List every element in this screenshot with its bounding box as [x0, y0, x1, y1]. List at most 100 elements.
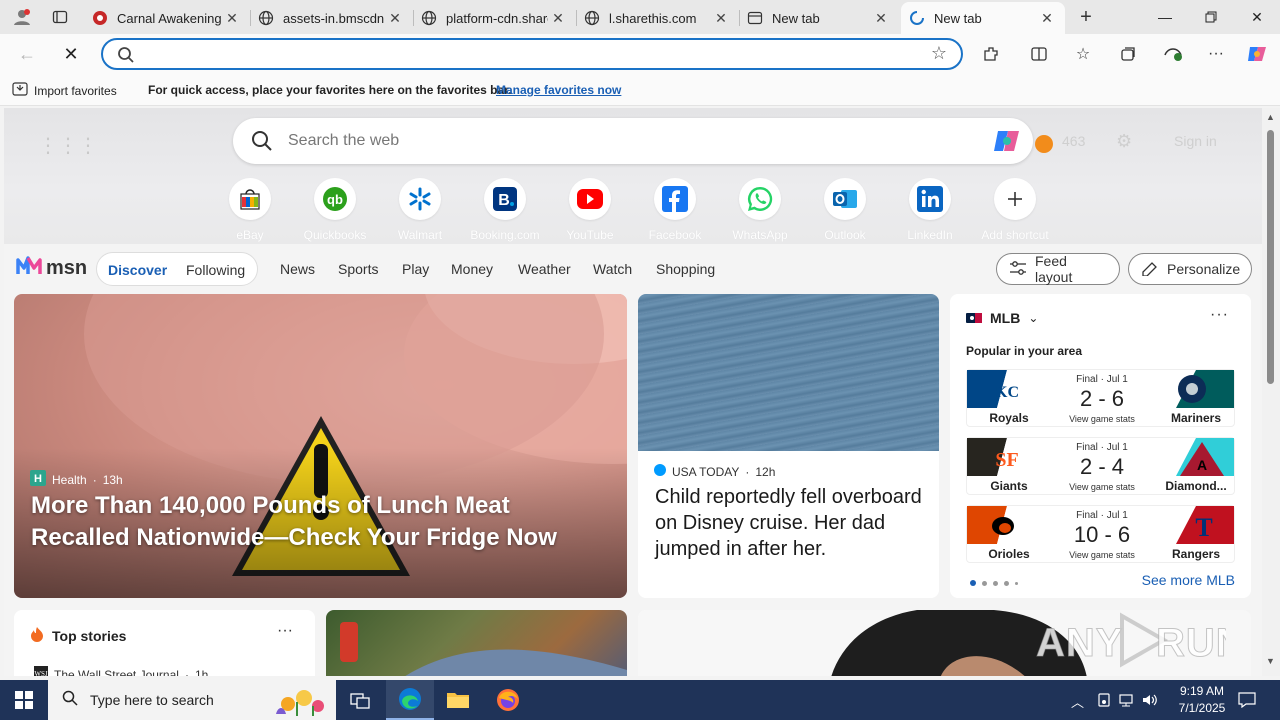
tab-discover[interactable]: Discover: [108, 262, 167, 278]
game-row[interactable]: KC Royals Final · Jul 1 2 - 6 View game …: [966, 369, 1235, 427]
shortcut-whatsapp[interactable]: WhatsApp: [718, 178, 802, 242]
page-scrollbar[interactable]: ▲ ▼: [1262, 108, 1280, 676]
royals-logo-icon: KC: [967, 370, 1025, 408]
tab-new-tab-active[interactable]: New tab ✕: [901, 2, 1065, 34]
close-icon[interactable]: ✕: [548, 10, 568, 27]
see-more-mlb-link[interactable]: See more MLB: [1142, 572, 1235, 588]
restore-button[interactable]: [1188, 0, 1234, 34]
personalize-button[interactable]: Personalize: [1128, 253, 1252, 285]
app-launcher-icon[interactable]: ⋮⋮⋮: [38, 133, 98, 158]
shortcut-quickbooks[interactable]: qb Quickbooks: [293, 178, 377, 242]
split-screen-icon[interactable]: [1024, 40, 1054, 68]
nav-play[interactable]: Play: [402, 261, 429, 277]
edge-taskbar-icon[interactable]: [386, 680, 434, 720]
tab-carnal-awakening[interactable]: Carnal Awakening ( ✕: [84, 4, 250, 32]
tab-platform-cdn[interactable]: platform-cdn.share ✕: [413, 4, 576, 32]
shortcut-outlook[interactable]: Outlook: [803, 178, 887, 242]
top-stories-header[interactable]: Top stories: [30, 626, 126, 645]
device-icon[interactable]: [1096, 692, 1112, 711]
close-icon[interactable]: ✕: [385, 10, 405, 27]
shortcut-linkedin[interactable]: LinkedIn: [888, 178, 972, 242]
story-source[interactable]: WSJ The Wall Street Journal · 1h: [34, 666, 208, 676]
manage-favorites-link[interactable]: Manage favorites now: [496, 83, 621, 97]
carousel-dot[interactable]: [1015, 581, 1018, 585]
mlb-header[interactable]: MLB ⌄: [966, 310, 1038, 326]
tab-new-tab[interactable]: New tab ✕: [739, 4, 899, 32]
nav-money[interactable]: Money: [451, 261, 493, 277]
close-icon[interactable]: ✕: [1037, 10, 1057, 27]
shortcut-facebook[interactable]: Facebook: [633, 178, 717, 242]
scroll-down-arrow[interactable]: ▼: [1266, 656, 1275, 666]
story-card[interactable]: USA TODAY · 12h Child reportedly fell ov…: [638, 294, 939, 598]
web-search-box[interactable]: Search the web: [233, 118, 1033, 164]
rewards-icon[interactable]: [1034, 134, 1054, 157]
copilot-icon[interactable]: [1242, 40, 1272, 68]
feed-layout-button[interactable]: Feed layout: [996, 253, 1120, 285]
featured-story-card[interactable]: H Health · 13h More Than 140,000 Pounds …: [14, 294, 627, 598]
tab-sharethis[interactable]: l.sharethis.com ✕: [576, 4, 739, 32]
start-button[interactable]: [0, 680, 48, 720]
copilot-search-icon[interactable]: [993, 128, 1021, 154]
carousel-dot-active[interactable]: [970, 580, 976, 586]
view-game-stats-link[interactable]: View game stats: [1057, 550, 1147, 560]
close-icon[interactable]: ✕: [222, 10, 242, 27]
carousel-dot[interactable]: [993, 580, 998, 586]
import-favorites-button[interactable]: Import favorites: [12, 82, 117, 99]
address-input[interactable]: [143, 44, 923, 64]
notifications-icon[interactable]: [1238, 692, 1256, 711]
nav-shopping[interactable]: Shopping: [656, 261, 715, 277]
favorite-star-icon[interactable]: ☆: [931, 43, 947, 64]
view-game-stats-link[interactable]: View game stats: [1057, 414, 1147, 424]
more-options-icon[interactable]: ···: [277, 622, 293, 640]
extensions-icon[interactable]: [976, 40, 1006, 68]
navigation-toolbar: ← ✕ ☆ ☆ ···: [0, 34, 1280, 74]
collections-icon[interactable]: [1113, 40, 1143, 68]
tab-following[interactable]: Following: [186, 262, 245, 278]
nav-sports[interactable]: Sports: [338, 261, 378, 277]
favorites-icon[interactable]: ☆: [1068, 40, 1098, 68]
profile-icon[interactable]: [8, 4, 36, 30]
road-image-card[interactable]: [326, 610, 627, 676]
address-bar[interactable]: ☆: [101, 38, 963, 70]
volume-icon[interactable]: [1141, 692, 1159, 711]
settings-gear-icon[interactable]: ⚙: [1116, 131, 1132, 152]
nav-news[interactable]: News: [280, 261, 315, 277]
taskbar-search-box[interactable]: Type here to search: [48, 680, 336, 720]
task-view-icon[interactable]: [336, 680, 384, 720]
scroll-up-arrow[interactable]: ▲: [1266, 112, 1275, 122]
sign-in-link[interactable]: Sign in: [1174, 133, 1217, 149]
taskbar-clock[interactable]: 9:19 AM 7/1/2025: [1172, 683, 1232, 717]
browser-essentials-icon[interactable]: [1158, 40, 1188, 68]
stop-loading-button[interactable]: ✕: [56, 39, 86, 69]
close-icon[interactable]: ✕: [871, 10, 891, 27]
carousel-dot[interactable]: [982, 580, 987, 586]
story-headline[interactable]: More Than 140,000 Pounds of Lunch Meat R…: [31, 490, 611, 554]
file-explorer-icon[interactable]: [434, 680, 482, 720]
back-button[interactable]: ←: [12, 39, 42, 69]
shortcut-ebay[interactable]: eBay: [208, 178, 292, 242]
minimize-button[interactable]: —: [1142, 0, 1188, 34]
nav-weather[interactable]: Weather: [518, 261, 571, 277]
more-menu-icon[interactable]: ···: [1201, 40, 1231, 68]
shortcut-add[interactable]: Add shortcut: [973, 178, 1057, 242]
firefox-icon[interactable]: [484, 680, 532, 720]
tab-actions-icon[interactable]: [46, 4, 74, 30]
nav-watch[interactable]: Watch: [593, 261, 632, 277]
shortcut-youtube[interactable]: YouTube: [548, 178, 632, 242]
shortcut-walmart[interactable]: Walmart: [378, 178, 462, 242]
more-options-icon[interactable]: ···: [1210, 306, 1229, 324]
story-headline[interactable]: Child reportedly fell overboard on Disne…: [655, 484, 925, 562]
msn-logo[interactable]: msn: [16, 254, 87, 282]
game-row[interactable]: SF Giants Final · Jul 1 2 - 4 View game …: [966, 437, 1235, 495]
show-hidden-icons-icon[interactable]: ︿: [1071, 692, 1084, 711]
tab-assets-bmscdn[interactable]: assets-in.bmscdn.c ✕: [250, 4, 413, 32]
scrollbar-thumb[interactable]: [1267, 130, 1274, 384]
close-window-button[interactable]: ✕: [1234, 0, 1280, 34]
network-icon[interactable]: [1118, 692, 1134, 711]
carousel-dot[interactable]: [1004, 580, 1009, 586]
new-tab-button[interactable]: +: [1072, 4, 1100, 30]
shortcut-booking[interactable]: B Booking.com: [463, 178, 547, 242]
game-row[interactable]: Orioles Final · Jul 1 10 - 6 View game s…: [966, 505, 1235, 563]
view-game-stats-link[interactable]: View game stats: [1057, 482, 1147, 492]
close-icon[interactable]: ✕: [711, 10, 731, 27]
